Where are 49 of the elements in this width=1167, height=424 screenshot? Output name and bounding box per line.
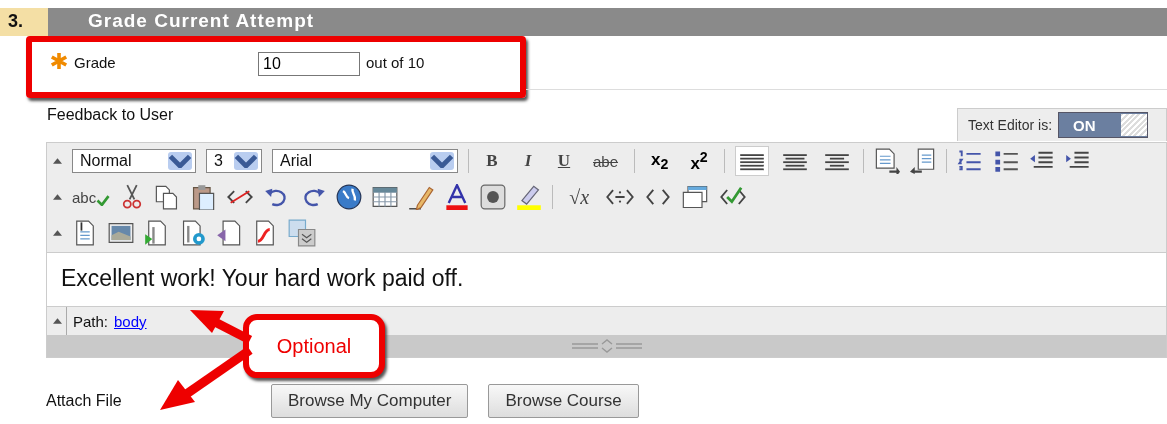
audio-document-icon[interactable] [216, 220, 242, 246]
dropdown-arrow-icon[interactable] [168, 152, 192, 170]
optional-callout: Optional [243, 314, 385, 378]
document-arrow-icon[interactable] [873, 148, 900, 174]
collapse-icon[interactable] [53, 318, 62, 324]
text-editor-label: Text Editor is: [968, 117, 1053, 133]
bold-button[interactable]: B [479, 151, 505, 171]
strikethrough-button[interactable]: abe [587, 152, 625, 170]
resize-handle-icon[interactable] [571, 338, 642, 354]
subscript-button[interactable]: x$_{2}$ [645, 149, 675, 173]
window-icon[interactable] [681, 184, 710, 210]
attach-file-label: Attach File [46, 392, 123, 410]
dropdown-arrow-icon[interactable] [430, 152, 454, 170]
font-color-icon[interactable] [444, 184, 471, 210]
check-icon [96, 194, 111, 206]
grade-suffix: out of 10 [366, 54, 425, 71]
italic-button[interactable]: I [515, 151, 541, 171]
arrow [190, 310, 253, 344]
math-button[interactable]: √x [563, 185, 596, 209]
image-icon[interactable] [108, 220, 134, 246]
path-link[interactable]: body [114, 312, 147, 330]
browse-button[interactable]: Browse My Computer [271, 384, 469, 418]
align-icon[interactable] [734, 146, 769, 176]
font-select[interactable]: Arial [272, 149, 458, 173]
editor-text[interactable]: Excellent work! Your hard work paid off. [61, 265, 464, 291]
editor-toggle[interactable]: ON [1058, 112, 1149, 138]
browse-button[interactable]: Browse Course [488, 384, 639, 418]
section-title: Grade Current Attempt [88, 10, 315, 31]
globe-icon[interactable] [336, 184, 363, 210]
grade-field[interactable]: 10 [258, 52, 360, 76]
dropdown-arrow-icon[interactable] [234, 152, 258, 170]
feedback-label: Feedback to User [47, 106, 174, 124]
collapse-icon[interactable] [53, 230, 62, 236]
path-label: Path: [73, 312, 109, 330]
collapse-icon[interactable] [53, 194, 62, 200]
format-select[interactable]: Normal [72, 149, 196, 173]
table-icon[interactable] [372, 184, 399, 210]
media-icon[interactable] [480, 184, 507, 210]
clipboard-icon[interactable] [190, 184, 217, 210]
section-number: 3. [0, 8, 48, 36]
pencil-icon[interactable] [408, 184, 435, 210]
underline-button[interactable]: U [551, 151, 577, 171]
superscript-button[interactable]: x$^{2}$ [684, 148, 714, 174]
spellcheck-button[interactable]: abc [72, 188, 111, 206]
grade-label: Grade [74, 54, 117, 71]
size-select[interactable]: 3 [206, 149, 262, 173]
highlighter-icon[interactable] [516, 184, 543, 210]
collapse-icon[interactable] [53, 158, 62, 164]
document-arrow-icon[interactable] [909, 148, 936, 174]
